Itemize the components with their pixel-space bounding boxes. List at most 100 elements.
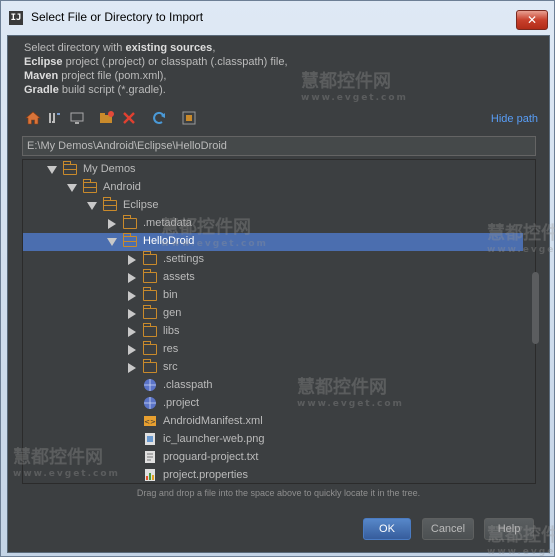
- collapse-arrow-icon[interactable]: [107, 238, 117, 246]
- android-manifest-icon: <>: [143, 414, 157, 429]
- text-file-icon: [143, 450, 157, 465]
- tree-row[interactable]: bin: [23, 287, 523, 305]
- expand-arrow-icon[interactable]: [128, 273, 136, 283]
- tree-row-label: bin: [163, 289, 178, 301]
- tree-row-label: ic_launcher-web.png: [163, 433, 265, 445]
- tree-scrollbar[interactable]: [531, 159, 539, 484]
- expand-arrow-icon[interactable]: [108, 219, 116, 229]
- expand-arrow-icon[interactable]: [128, 255, 136, 265]
- desc-line1-pre: Select directory with: [24, 42, 126, 54]
- delete-icon[interactable]: [120, 110, 138, 128]
- folder-icon: [143, 251, 157, 265]
- desc-line3-post: project file (pom.xml),: [58, 70, 167, 82]
- title-bar[interactable]: IJ Select File or Directory to Import ✕: [1, 1, 554, 35]
- folder-icon: [123, 233, 137, 247]
- desc-gradle: Gradle: [24, 84, 59, 96]
- tree-row-label: src: [163, 361, 178, 373]
- properties-file-icon: [143, 468, 157, 483]
- tree-row[interactable]: .classpath: [23, 377, 523, 395]
- tree-row[interactable]: .project: [23, 395, 523, 413]
- tree-row[interactable]: src: [23, 359, 523, 377]
- expand-arrow-icon[interactable]: [128, 345, 136, 355]
- home-icon[interactable]: [24, 110, 42, 128]
- project-icon[interactable]: [46, 110, 64, 128]
- tree-row-label: assets: [163, 271, 195, 283]
- tree-row[interactable]: ic_launcher-web.png: [23, 431, 523, 449]
- tree-row[interactable]: My Demos: [23, 161, 523, 179]
- folder-icon: [143, 359, 157, 373]
- scrollbar-thumb[interactable]: [532, 272, 539, 344]
- folder-icon: [123, 215, 137, 229]
- expand-arrow-icon[interactable]: [128, 327, 136, 337]
- desc-existing-sources: existing sources: [125, 42, 213, 54]
- desc-line1-post: ,: [212, 42, 216, 54]
- tree-row-label: .metadata: [143, 217, 192, 229]
- new-folder-icon[interactable]: [98, 110, 116, 128]
- desc-line4-post: build script (*.gradle).: [58, 84, 166, 96]
- tree-row[interactable]: gen: [23, 305, 523, 323]
- globe-file-icon: [143, 396, 157, 411]
- tree-row-label: res: [163, 343, 179, 355]
- ok-button[interactable]: OK: [363, 518, 411, 540]
- folder-icon: [143, 287, 157, 301]
- window-title: Select File or Directory to Import: [31, 10, 204, 24]
- tree-row-label: gen: [163, 307, 182, 319]
- folder-icon: [83, 179, 97, 193]
- tree-row[interactable]: .settings: [23, 251, 523, 269]
- import-dialog: IJ Select File or Directory to Import ✕ …: [0, 0, 555, 557]
- tree-row-label: proguard-project.txt: [163, 451, 259, 463]
- collapse-arrow-icon[interactable]: [87, 202, 97, 210]
- desc-maven: Maven: [24, 70, 59, 82]
- hide-path-link[interactable]: Hide path: [491, 113, 538, 125]
- tree-row[interactable]: .metadata: [23, 215, 523, 233]
- expand-arrow-icon[interactable]: [128, 363, 136, 373]
- tree-row[interactable]: HelloDroid: [23, 233, 523, 251]
- tree-row-label: libs: [163, 325, 180, 337]
- collapse-arrow-icon[interactable]: [47, 166, 57, 174]
- expand-arrow-icon[interactable]: [128, 291, 136, 301]
- desc-eclipse: Eclipse: [24, 56, 63, 68]
- drag-drop-hint: Drag and drop a file into the space abov…: [136, 488, 421, 498]
- description-text: Select directory with existing sources, …: [24, 41, 484, 97]
- globe-file-icon: [143, 378, 157, 393]
- folder-icon: [143, 269, 157, 283]
- refresh-icon[interactable]: [150, 110, 168, 128]
- image-file-icon: [143, 432, 157, 447]
- tree-row[interactable]: assets: [23, 269, 523, 287]
- path-input[interactable]: E:\My Demos\Android\Eclipse\HelloDroid: [22, 136, 536, 156]
- intellij-app-icon: IJ: [9, 11, 23, 25]
- tree-row[interactable]: Eclipse: [23, 197, 523, 215]
- tree-row[interactable]: project.properties: [23, 467, 523, 483]
- folder-icon: [143, 305, 157, 319]
- collapse-arrow-icon[interactable]: [67, 184, 77, 192]
- tree-row-label: Android: [103, 181, 141, 193]
- show-hidden-icon[interactable]: [180, 110, 198, 128]
- tree-row-label: My Demos: [83, 163, 136, 175]
- tree-row[interactable]: libs: [23, 323, 523, 341]
- desktop-icon[interactable]: [68, 110, 86, 128]
- cancel-button[interactable]: Cancel: [422, 518, 474, 540]
- directory-tree[interactable]: My Demos Android Eclipse .metadata HelloDroi…: [22, 159, 536, 484]
- folder-icon: [103, 197, 117, 211]
- folder-icon: [143, 323, 157, 337]
- tree-row[interactable]: Android: [23, 179, 523, 197]
- tree-row-label: project.properties: [163, 469, 248, 481]
- tree-row-label: .classpath: [163, 379, 213, 391]
- tree-row-label: .project: [163, 397, 200, 409]
- tree-row[interactable]: res: [23, 341, 523, 359]
- desc-line2-post: project (.project) or classpath (.classp…: [62, 56, 288, 68]
- help-button[interactable]: Help: [484, 518, 534, 540]
- tree-row-label: .settings: [163, 253, 204, 265]
- dialog-content: Select directory with existing sources, …: [7, 35, 550, 553]
- tree-row-label: Eclipse: [123, 199, 159, 211]
- file-chooser-toolbar: Hide path: [22, 108, 542, 132]
- folder-icon: [63, 161, 77, 175]
- tree-row[interactable]: <> AndroidManifest.xml: [23, 413, 523, 431]
- tree-row-label: AndroidManifest.xml: [163, 415, 263, 427]
- expand-arrow-icon[interactable]: [128, 309, 136, 319]
- folder-icon: [143, 341, 157, 355]
- svg-text:<>: <>: [144, 418, 156, 426]
- close-button[interactable]: ✕: [516, 10, 548, 30]
- tree-row[interactable]: proguard-project.txt: [23, 449, 523, 467]
- tree-row-label: HelloDroid: [143, 235, 195, 247]
